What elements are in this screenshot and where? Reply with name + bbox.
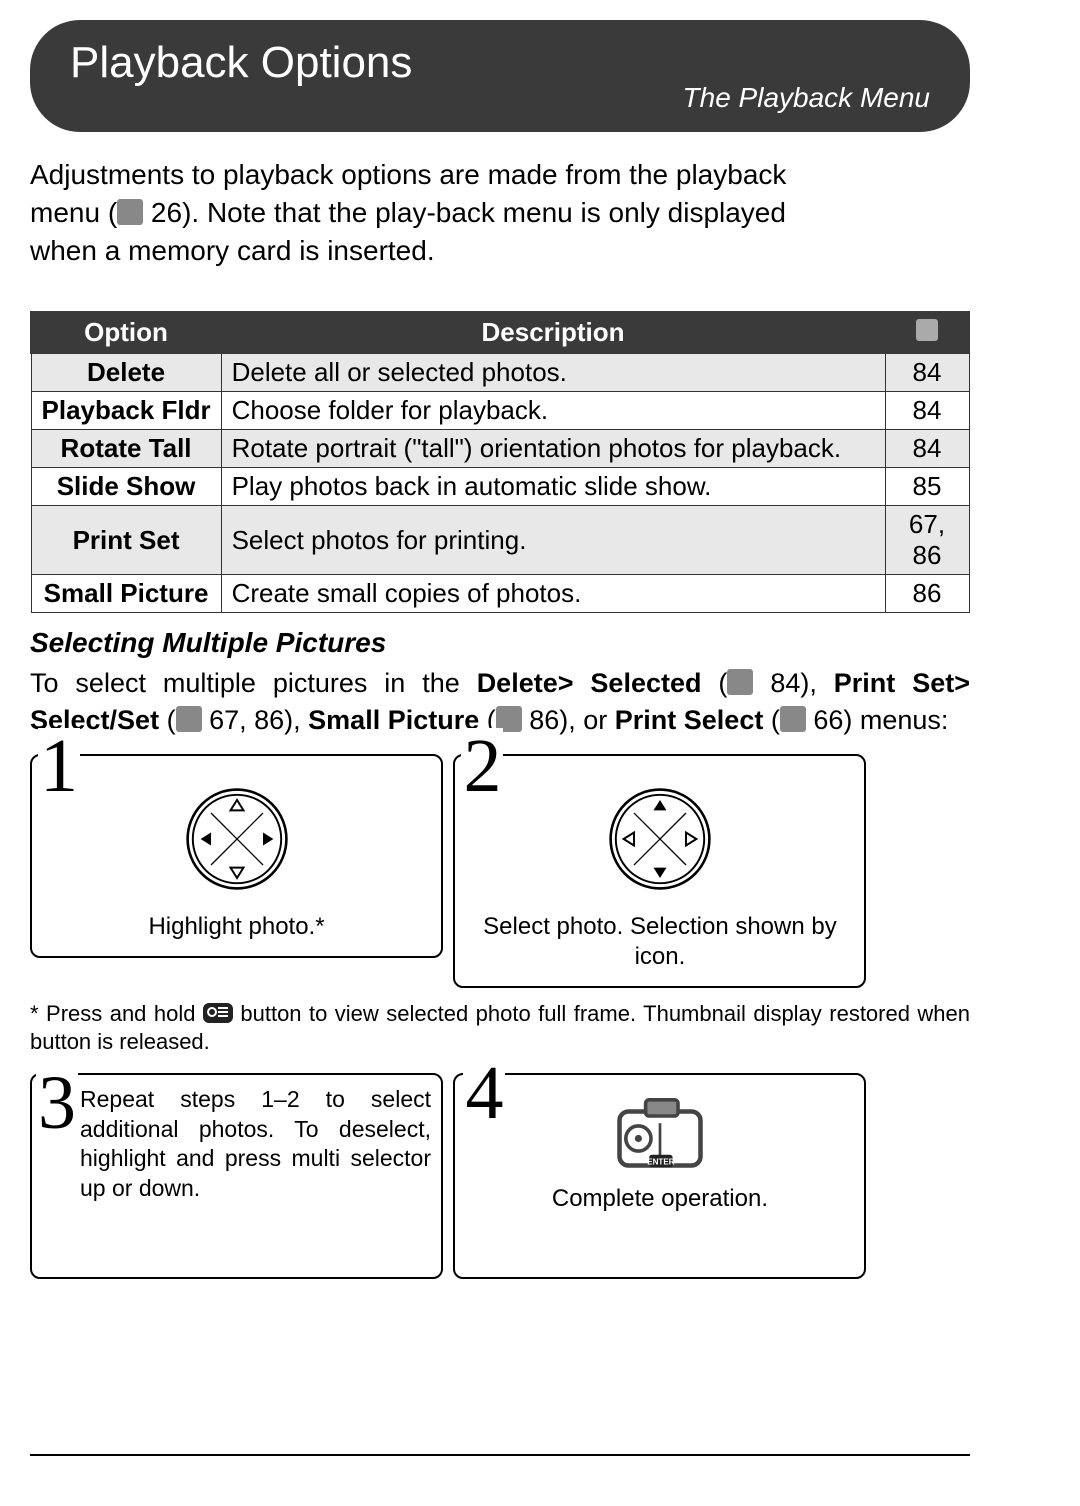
page-subtitle: The Playback Menu xyxy=(683,82,930,114)
options-table: Option Description Delete Delete all or … xyxy=(30,311,970,613)
page-ref-icon xyxy=(727,669,753,695)
table-row: Rotate Tall Rotate portrait ("tall") ori… xyxy=(31,430,969,468)
step-2-box: 2 Select photo. Selection shown by icon. xyxy=(453,754,866,988)
intro-paragraph: Adjustments to playback options are made… xyxy=(30,156,810,269)
step-3-text: Repeat steps 1–2 to select additional ph… xyxy=(80,1085,431,1203)
step-1-box: 1 Highlight photo.* xyxy=(30,754,443,958)
step-caption: Select photo. Selection shown by icon. xyxy=(465,912,854,972)
manual-page: Playback Options The Playback Menu Adjus… xyxy=(30,20,970,1456)
steps-row-2: 3 Repeat steps 1–2 to select additional … xyxy=(30,1073,970,1285)
page-ref-icon xyxy=(176,706,202,732)
table-row: Print Set Select photos for printing. 67… xyxy=(31,506,969,575)
step-4-box: 4 ENTER Complete operation. xyxy=(453,1073,866,1279)
page-title: Playback Options xyxy=(70,38,930,88)
th-page-icon xyxy=(885,312,969,353)
subsection-heading: Selecting Multiple Pictures xyxy=(30,627,970,659)
dpad-icon xyxy=(595,774,725,904)
camera-icon: ENTER xyxy=(465,1083,854,1184)
thumbnail-button-icon xyxy=(203,1003,233,1023)
step-caption: Complete operation. xyxy=(465,1184,854,1214)
step-number: 2 xyxy=(461,728,503,804)
table-row: Small Picture Create small copies of pho… xyxy=(31,575,969,613)
page-ref-icon xyxy=(916,319,938,341)
steps-row-1: 1 Highlight photo.* xyxy=(30,754,970,994)
svg-text:ENTER: ENTER xyxy=(647,1158,675,1167)
step-number: 4 xyxy=(463,1055,505,1131)
step-3-box: 3 Repeat steps 1–2 to select additional … xyxy=(30,1073,443,1279)
table-row: Delete Delete all or selected photos. 84 xyxy=(31,353,969,392)
table-row: Playback Fldr Choose folder for playback… xyxy=(31,392,969,430)
footnote: * Press and hold button to view selected… xyxy=(30,1000,970,1055)
table-row: Slide Show Play photos back in automatic… xyxy=(31,468,969,506)
page-ref-icon xyxy=(117,199,143,225)
page-ref-icon xyxy=(780,706,806,732)
th-option: Option xyxy=(31,312,221,353)
step-number: 1 xyxy=(38,728,80,804)
step-caption: Highlight photo.* xyxy=(42,912,431,942)
section-header: Playback Options The Playback Menu xyxy=(30,20,970,132)
th-description: Description xyxy=(221,312,885,353)
dpad-icon xyxy=(172,774,302,904)
step-number: 3 xyxy=(36,1065,78,1141)
